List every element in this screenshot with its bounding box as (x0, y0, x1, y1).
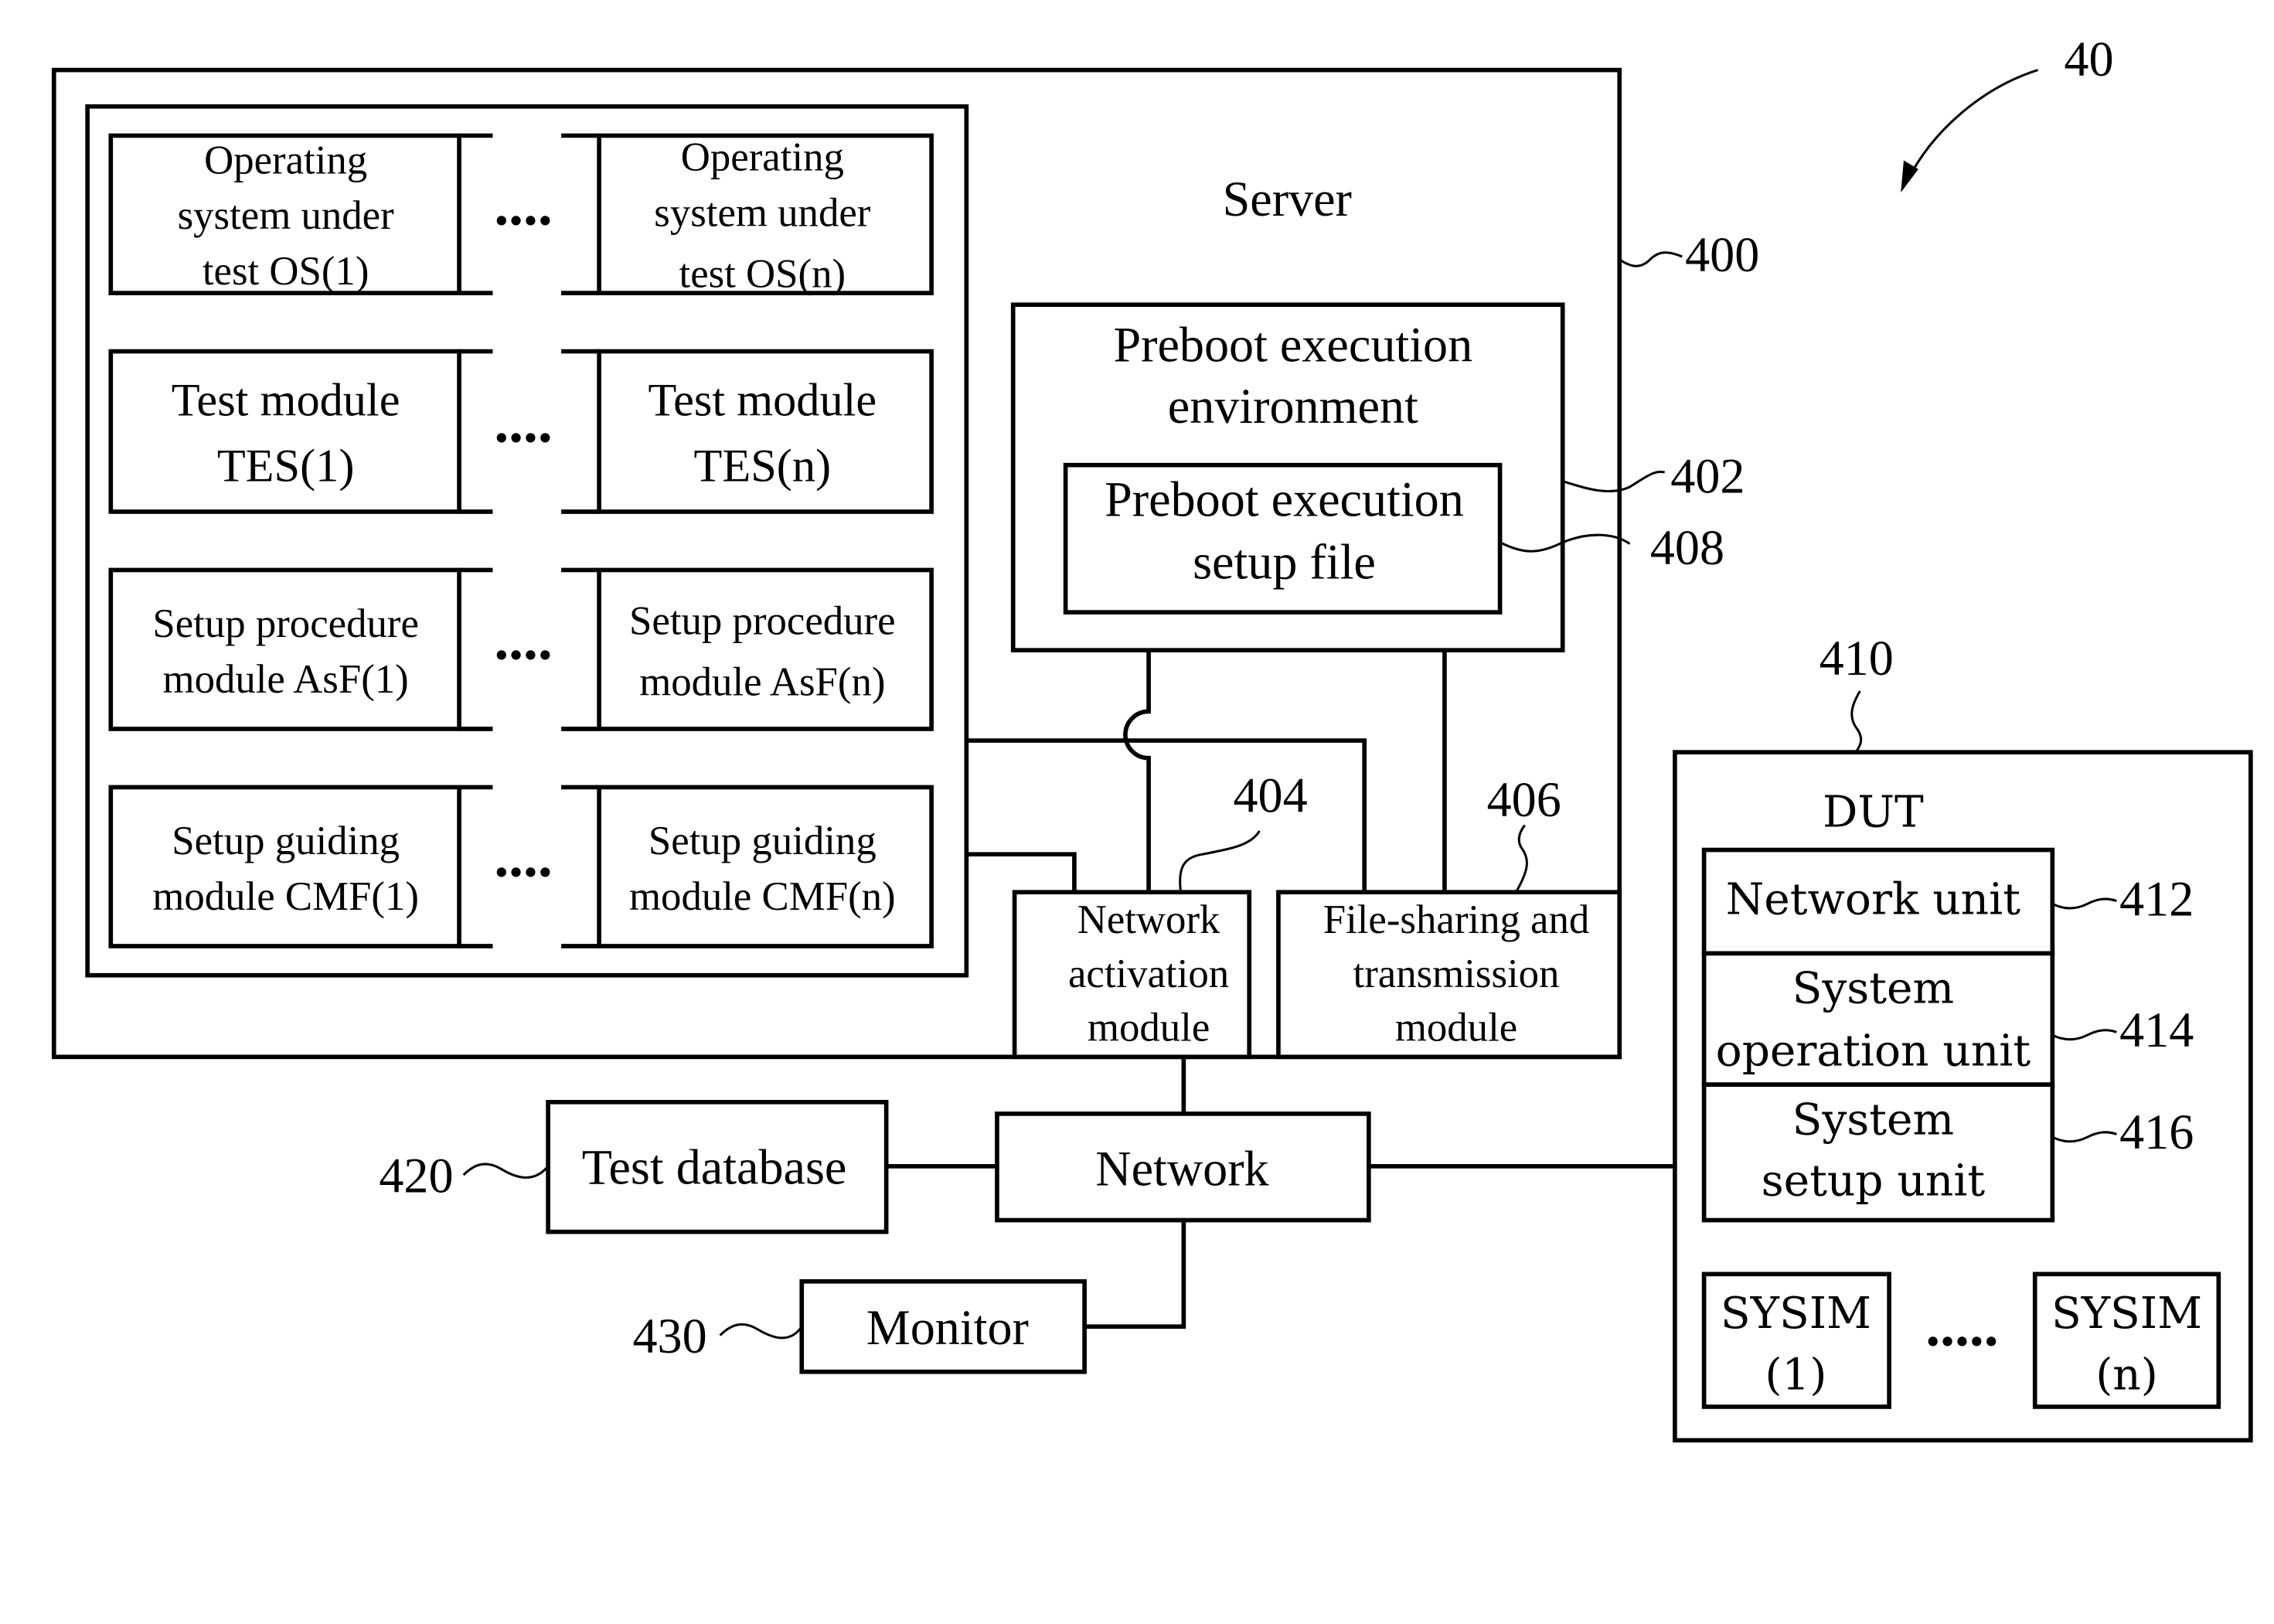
asf-ellipsis: .... (494, 608, 552, 672)
pxe-file-line2: setup file (1193, 535, 1376, 590)
cmf-1-line1: Setup guiding (172, 819, 400, 863)
monitor-ref: 430 (632, 1309, 706, 1364)
tes-1-line2: TES(1) (217, 440, 355, 492)
sysim-1-line1: SYSIM (1721, 1288, 1871, 1339)
system-setup-line2: setup unit (1762, 1155, 1986, 1206)
sysim-n-line2: (n) (2095, 1349, 2158, 1400)
server-ref: 400 (1685, 227, 1759, 282)
server-ref-leader (1619, 251, 1683, 267)
file-sharing-line3: module (1395, 1006, 1517, 1050)
net-act-line2: activation (1068, 952, 1229, 996)
cmf-1-box[interactable] (108, 785, 461, 948)
network-unit-label: Network unit (1726, 874, 2020, 925)
tes-n-line2: TES(n) (694, 440, 832, 492)
asf-n-line1: Setup procedure (629, 598, 896, 643)
figure-ref-label: 40 (2064, 32, 2113, 87)
test-database-ref-leader (462, 1163, 550, 1179)
tes-ellipsis: .... (494, 390, 552, 455)
system-setup-line1: System (1792, 1094, 1955, 1145)
file-sharing-ref: 406 (1487, 772, 1561, 827)
cmf-ellipsis: .... (494, 825, 552, 889)
asf-1-line2: module AsF(1) (163, 657, 409, 702)
tes-n-line1: Test module (648, 375, 877, 427)
system-setup-ref: 416 (2119, 1105, 2194, 1159)
os-ellipsis: .... (494, 173, 552, 237)
cmf-1-line2: module CMF(1) (152, 874, 419, 919)
pxe-env-ref: 402 (1670, 448, 1745, 503)
server-title: Server (1223, 172, 1352, 226)
os-1-line1: Operating (204, 138, 367, 182)
file-sharing-line2: transmission (1353, 952, 1560, 996)
asf-1-box[interactable] (108, 567, 461, 731)
monitor-label: Monitor (866, 1300, 1029, 1355)
monitor-ref-leader (719, 1323, 803, 1340)
sysim-n-line1: SYSIM (2051, 1288, 2202, 1339)
pxe-env-line2: environment (1168, 379, 1418, 434)
asf-n-line2: module AsF(n) (639, 660, 885, 705)
asf-n-box[interactable] (597, 567, 934, 731)
os-1-line3: test OS(1) (203, 249, 369, 294)
file-sharing-line1: File-sharing and (1323, 897, 1590, 942)
system-block-diagram: 40 Server 400 Operating system under tes… (51, 32, 2253, 1443)
test-database-ref: 420 (379, 1149, 453, 1204)
dut-title: DUT (1823, 786, 1924, 837)
tes-1-line1: Test module (172, 375, 400, 427)
sysim-1-line2: (1) (1765, 1349, 1826, 1400)
os-n-line3: test OS(n) (679, 252, 846, 297)
pxe-env-line1: Preboot execution (1113, 318, 1472, 373)
figure-ref-40: 40 (1901, 32, 2114, 192)
dut-ref: 410 (1820, 631, 1894, 686)
os-1-line2: system under (178, 193, 394, 238)
os-n-line1: Operating (681, 135, 844, 180)
net-act-line3: module (1088, 1006, 1210, 1050)
net-act-ref: 404 (1233, 768, 1307, 823)
network-unit-ref: 412 (2119, 871, 2194, 926)
system-operation-ref: 414 (2119, 1003, 2194, 1057)
pxe-file-line1: Preboot execution (1105, 472, 1464, 527)
figure-arrow-icon (1905, 69, 2038, 183)
asf-1-line1: Setup procedure (152, 601, 419, 646)
test-database-label: Test database (582, 1139, 847, 1194)
cmf-n-line1: Setup guiding (648, 819, 877, 863)
os-n-line2: system under (654, 190, 870, 235)
pxe-file-ref: 408 (1650, 520, 1724, 575)
net-act-line1: Network (1077, 897, 1220, 942)
system-operation-line1: System (1792, 963, 1955, 1014)
cmf-n-line2: module CMF(n) (629, 874, 896, 919)
sysim-ellipsis: ..... (1925, 1295, 1998, 1359)
dut-ref-leader (1850, 690, 1863, 754)
network-label: Network (1095, 1141, 1269, 1196)
system-operation-line2: operation unit (1716, 1026, 2031, 1077)
dut-units: Network unit System operation unit Syste… (1701, 847, 2055, 1223)
cmf-n-box[interactable] (597, 785, 934, 948)
